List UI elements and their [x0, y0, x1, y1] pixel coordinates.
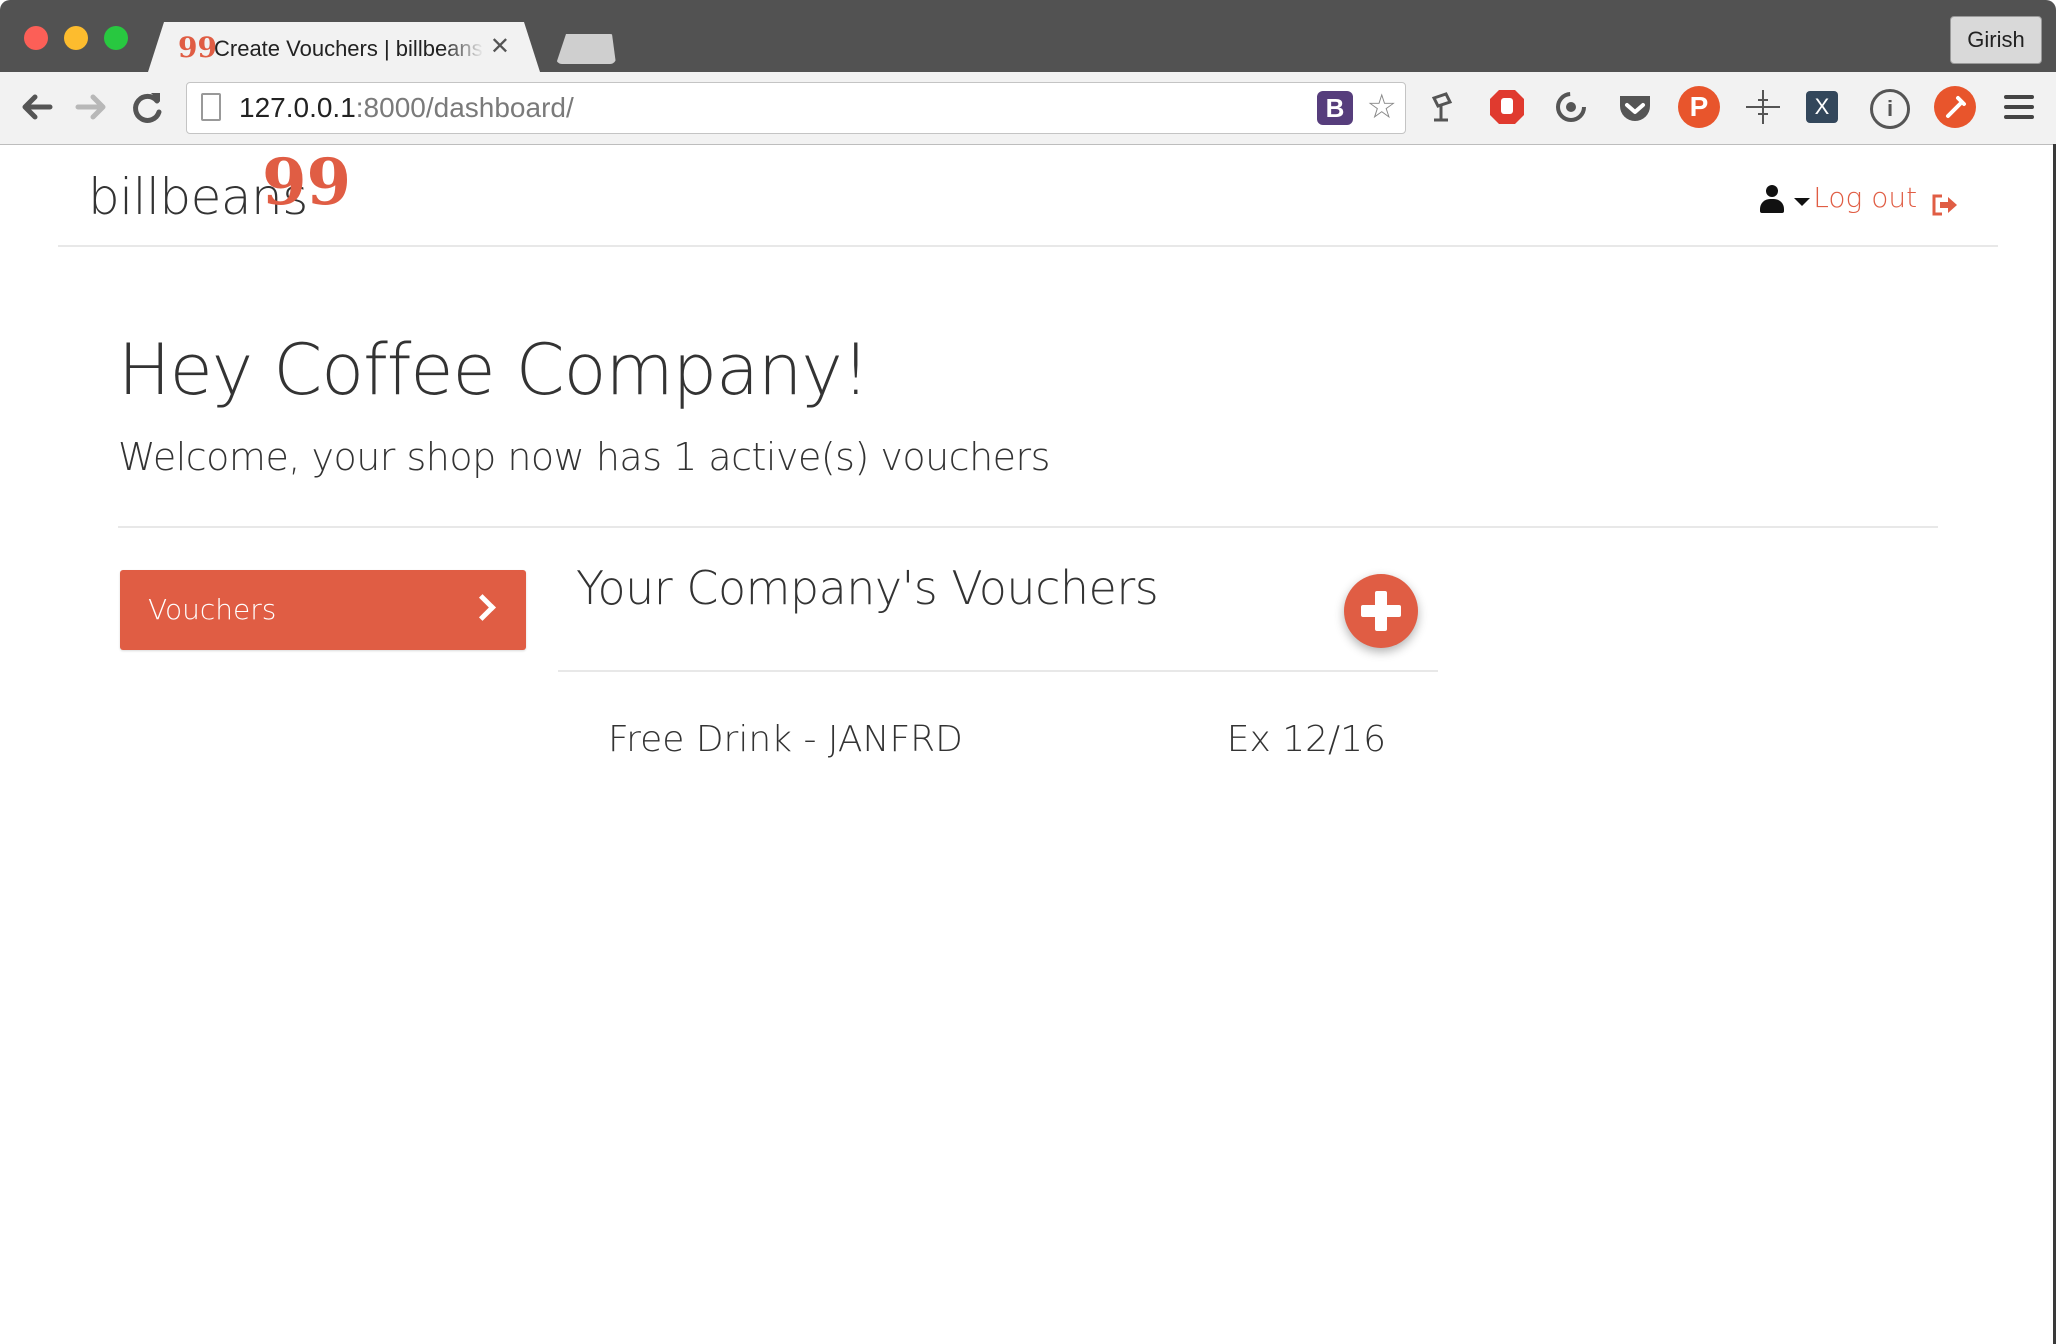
- voucher-name: Free Drink - JANFRD: [608, 719, 963, 760]
- caret-down-icon: [1794, 198, 1810, 206]
- vouchers-panel-title: Your Company's Vouchers: [576, 561, 1159, 615]
- sync-icon[interactable]: [1550, 86, 1592, 128]
- url-path: :8000/dashboard/: [355, 92, 574, 123]
- brand-quote-icon: 99: [262, 145, 352, 220]
- billbeans-favicon-icon: 99: [178, 31, 217, 64]
- user-icon: [1760, 199, 1784, 213]
- close-window-button[interactable]: [24, 26, 48, 50]
- page-subtitle: Welcome, your shop now has 1 active(s) v…: [118, 435, 1050, 479]
- sign-out-icon: [1930, 186, 1958, 216]
- add-voucher-button[interactable]: [1344, 574, 1418, 648]
- bootstrap-extension-icon[interactable]: B: [1317, 91, 1353, 125]
- chevron-right-icon: [469, 594, 496, 621]
- maximize-window-button[interactable]: [104, 26, 128, 50]
- site-navbar: billbeans 99 Log out: [58, 145, 1998, 247]
- bookmark-star-icon[interactable]: ☆: [1367, 87, 1397, 127]
- menu-icon[interactable]: [1998, 86, 2040, 128]
- logout-label: Log out: [1813, 181, 1918, 214]
- sidebar-item-vouchers[interactable]: Vouchers: [120, 570, 526, 650]
- crosshair-icon[interactable]: [1742, 86, 1784, 128]
- user-menu-dropdown[interactable]: [1758, 183, 1814, 219]
- list-item[interactable]: Free Drink - JANFRD Ex 12/16: [558, 700, 1438, 780]
- browser-tab-active[interactable]: 99 Create Vouchers | billbeans ✕: [148, 22, 540, 72]
- back-arrow-icon[interactable]: [14, 84, 60, 130]
- lamp-icon[interactable]: [1420, 86, 1462, 128]
- page-title: Hey Coffee Company!: [118, 329, 870, 411]
- eyedropper-icon[interactable]: [1934, 86, 1976, 128]
- profile-button[interactable]: Girish: [1950, 16, 2042, 64]
- pocket-icon[interactable]: [1614, 86, 1656, 128]
- divider: [118, 526, 1938, 528]
- minimize-window-button[interactable]: [64, 26, 88, 50]
- browser-titlebar: 99 Create Vouchers | billbeans ✕ Girish: [0, 0, 2056, 72]
- browser-toolbar: 127.0.0.1:8000/dashboard/ B ☆ P X i: [0, 72, 2056, 145]
- address-bar[interactable]: 127.0.0.1:8000/dashboard/ B ☆: [186, 82, 1406, 134]
- divider: [558, 670, 1438, 672]
- url-text[interactable]: 127.0.0.1:8000/dashboard/: [239, 83, 574, 133]
- voucher-expiry: Ex 12/16: [1226, 719, 1386, 760]
- page-icon: [201, 93, 221, 121]
- sidebar-item-label: Vouchers: [148, 593, 277, 626]
- logout-link[interactable]: Log out: [1813, 175, 1958, 219]
- p-badge-icon[interactable]: P: [1678, 86, 1720, 128]
- reload-icon[interactable]: [124, 84, 170, 130]
- tab-title: Create Vouchers | billbeans: [214, 36, 483, 61]
- new-tab-button[interactable]: [556, 34, 616, 64]
- info-icon[interactable]: i: [1870, 89, 1910, 129]
- stop-hand-icon[interactable]: [1486, 86, 1528, 128]
- plus-icon-vertical: [1375, 591, 1387, 631]
- tab-close-icon[interactable]: ✕: [490, 32, 510, 62]
- forward-arrow-icon[interactable]: [68, 84, 114, 130]
- user-icon-head: [1766, 185, 1778, 197]
- url-host: 127.0.0.1: [239, 92, 356, 123]
- x-box-icon[interactable]: X: [1806, 91, 1838, 123]
